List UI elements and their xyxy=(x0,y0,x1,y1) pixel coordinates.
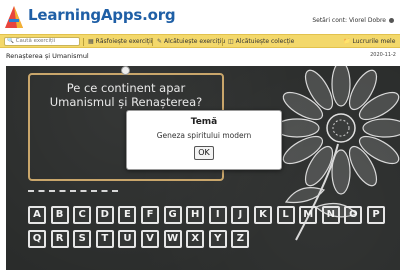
app-title: Renașterea și Umanismul xyxy=(6,52,89,60)
letter-key-l[interactable]: L xyxy=(276,206,295,224)
letter-key-c[interactable]: C xyxy=(73,206,92,224)
search-input[interactable]: 🔍 Caută exerciții xyxy=(4,37,80,46)
logo-text[interactable]: LearningApps.org xyxy=(28,6,176,24)
grid-icon: ▦ xyxy=(88,38,94,45)
topic-dialog: Temă Geneza spiritului modern OK xyxy=(126,110,282,170)
letter-key-m[interactable]: M xyxy=(299,206,318,224)
letter-key-x[interactable]: X xyxy=(186,230,205,248)
pin-icon xyxy=(121,66,130,75)
letter-key-z[interactable]: Z xyxy=(231,230,250,248)
letter-key-h[interactable]: H xyxy=(186,206,205,224)
letter-key-e[interactable]: E xyxy=(118,206,137,224)
letter-key-b[interactable]: B xyxy=(50,206,69,224)
dialog-text: Geneza spiritului modern xyxy=(156,131,252,140)
nav-divider xyxy=(152,38,153,46)
nav-divider xyxy=(83,38,84,46)
dialog-title: Temă xyxy=(190,117,218,127)
letter-key-s[interactable]: S xyxy=(73,230,92,248)
letter-key-i[interactable]: I xyxy=(208,206,227,224)
nav-create-collection[interactable]: ◫ Alcătuiește colecție xyxy=(228,38,294,46)
app-titlebar: Renașterea și Umanismul 2020-11-2 xyxy=(0,48,400,63)
logo-icon[interactable] xyxy=(3,4,25,30)
letter-key-o[interactable]: O xyxy=(344,206,363,224)
letter-key-j[interactable]: J xyxy=(231,206,250,224)
letter-key-g[interactable]: G xyxy=(163,206,182,224)
user-icon[interactable] xyxy=(389,18,394,23)
letter-key-f[interactable]: F xyxy=(141,206,159,224)
account-label[interactable]: Setări cont: Viorel Dobre xyxy=(312,17,386,24)
collection-icon: ◫ xyxy=(228,38,234,45)
search-icon: 🔍 xyxy=(7,38,14,44)
letter-key-n[interactable]: N xyxy=(321,206,340,224)
ok-button[interactable]: OK xyxy=(194,146,214,160)
letter-key-t[interactable]: T xyxy=(95,230,114,248)
nav-browse-exercises[interactable]: ▦ Răsfoiește exerciții xyxy=(88,38,153,46)
folder-icon: 📁 xyxy=(343,38,351,45)
letter-key-a[interactable]: A xyxy=(28,206,46,224)
letter-key-w[interactable]: W xyxy=(163,230,182,248)
main-nav: 🔍 Caută exerciții ▦ Răsfoiește exerciții … xyxy=(0,34,400,48)
letter-key-p[interactable]: P xyxy=(367,206,385,224)
question-text: Pe ce continent apar Umanismul și Renașt… xyxy=(49,81,203,109)
answer-blanks xyxy=(28,190,118,194)
letter-key-r[interactable]: R xyxy=(50,230,69,248)
app-date: 2020-11-2 xyxy=(370,52,396,58)
nav-my-things[interactable]: 📁 Lucrurile mele xyxy=(343,38,395,46)
nav-create-exercise[interactable]: ✎ Alcătuiește exercițiu xyxy=(157,38,225,46)
letter-key-d[interactable]: D xyxy=(95,206,114,224)
search-placeholder: Caută exerciții xyxy=(15,38,56,44)
site-header: LearningApps.org Setări cont: Viorel Dob… xyxy=(0,0,400,34)
letter-key-q[interactable]: Q xyxy=(28,230,46,248)
letter-key-y[interactable]: Y xyxy=(208,230,227,248)
pencil-icon: ✎ xyxy=(157,38,163,45)
nav-divider xyxy=(222,38,223,46)
letter-key-v[interactable]: V xyxy=(141,230,159,248)
letter-key-k[interactable]: K xyxy=(254,206,272,224)
account-settings-link[interactable]: Setări cont: Viorel Dobre xyxy=(312,17,394,24)
letter-key-u[interactable]: U xyxy=(118,230,137,248)
